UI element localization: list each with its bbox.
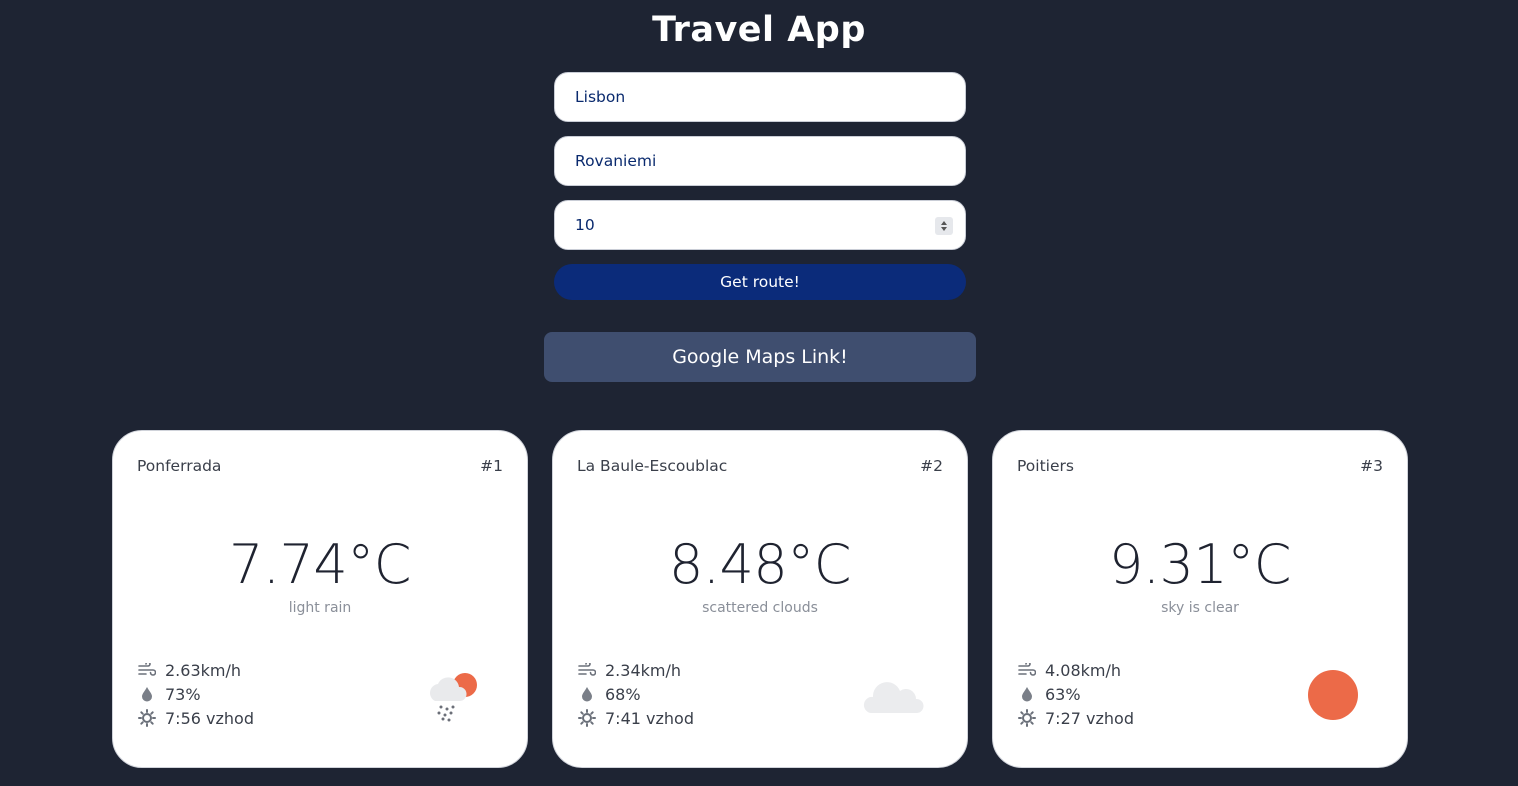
sun-gear-icon	[1017, 709, 1037, 727]
droplet-icon	[137, 685, 157, 703]
card-stats: 4.08km/h 63% 7:27 vzhod	[1017, 658, 1134, 730]
humidity-stat: 68%	[577, 682, 694, 706]
number-stepper[interactable]	[935, 217, 953, 235]
weather-card-3: Poitiers #3 9.31°C sky is clear 4.08km/h…	[992, 430, 1408, 768]
wind-value: 4.08km/h	[1045, 660, 1122, 680]
humidity-value: 68%	[605, 684, 641, 704]
sunrise-stat: 7:27 vzhod	[1017, 706, 1134, 730]
card-city: La Baule-Escoublac	[577, 457, 728, 475]
card-stats: 2.34km/h 68% 7:41 vzhod	[577, 658, 694, 730]
wind-stat: 2.63km/h	[137, 658, 254, 682]
card-city: Poitiers	[1017, 457, 1074, 475]
destination-field[interactable]	[554, 136, 966, 186]
sunrise-value: 7:56 vzhod	[165, 708, 254, 728]
sunrise-value: 7:27 vzhod	[1045, 708, 1134, 728]
card-description: light rain	[288, 600, 352, 616]
sunrise-stat: 7:41 vzhod	[577, 706, 694, 730]
card-rank: #1	[480, 457, 503, 475]
origin-input[interactable]	[575, 88, 945, 106]
cloud-sun-snow-icon	[430, 673, 477, 722]
card-temperature: 8.48°C	[669, 533, 851, 596]
wind-icon	[1017, 661, 1037, 679]
sun-gear-icon	[137, 709, 157, 727]
weather-card-2: La Baule-Escoublac #2 8.48°C scattered c…	[552, 430, 968, 768]
wind-icon	[137, 661, 157, 679]
humidity-stat: 73%	[137, 682, 254, 706]
card-temperature: 7.74°C	[229, 533, 411, 596]
card-description: scattered clouds	[702, 600, 818, 616]
wind-icon	[577, 661, 597, 679]
card-stats: 2.63km/h 73% 7:56 vzhod	[137, 658, 254, 730]
humidity-value: 63%	[1045, 684, 1081, 704]
droplet-icon	[577, 685, 597, 703]
stepper-down-icon[interactable]	[941, 227, 947, 231]
sunrise-value: 7:41 vzhod	[605, 708, 694, 728]
stepper-up-icon[interactable]	[941, 221, 947, 225]
sun-gear-icon	[577, 709, 597, 727]
stops-field[interactable]	[554, 200, 966, 250]
origin-field[interactable]	[554, 72, 966, 122]
wind-stat: 2.34km/h	[577, 658, 694, 682]
page-title: Travel App	[652, 10, 866, 50]
card-description: sky is clear	[1161, 600, 1239, 616]
wind-value: 2.63km/h	[165, 660, 242, 680]
get-route-button[interactable]: Get route!	[554, 264, 966, 300]
card-rank: #3	[1360, 457, 1383, 475]
wind-stat: 4.08km/h	[1017, 658, 1134, 682]
droplet-icon	[1017, 685, 1037, 703]
humidity-stat: 63%	[1017, 682, 1134, 706]
destination-input[interactable]	[575, 152, 945, 170]
wind-value: 2.34km/h	[605, 660, 682, 680]
stops-input[interactable]	[575, 216, 945, 234]
card-temperature: 9.31°C	[1109, 533, 1291, 596]
cloud-icon	[863, 682, 924, 713]
humidity-value: 73%	[165, 684, 201, 704]
weather-card-1: Ponferrada #1 7.74°C light rain 2.63km/h…	[112, 430, 528, 768]
sun-icon	[1308, 670, 1358, 720]
card-rank: #2	[920, 457, 943, 475]
card-city: Ponferrada	[137, 457, 222, 475]
google-maps-link-button[interactable]: Google Maps Link!	[544, 332, 976, 382]
sunrise-stat: 7:56 vzhod	[137, 706, 254, 730]
